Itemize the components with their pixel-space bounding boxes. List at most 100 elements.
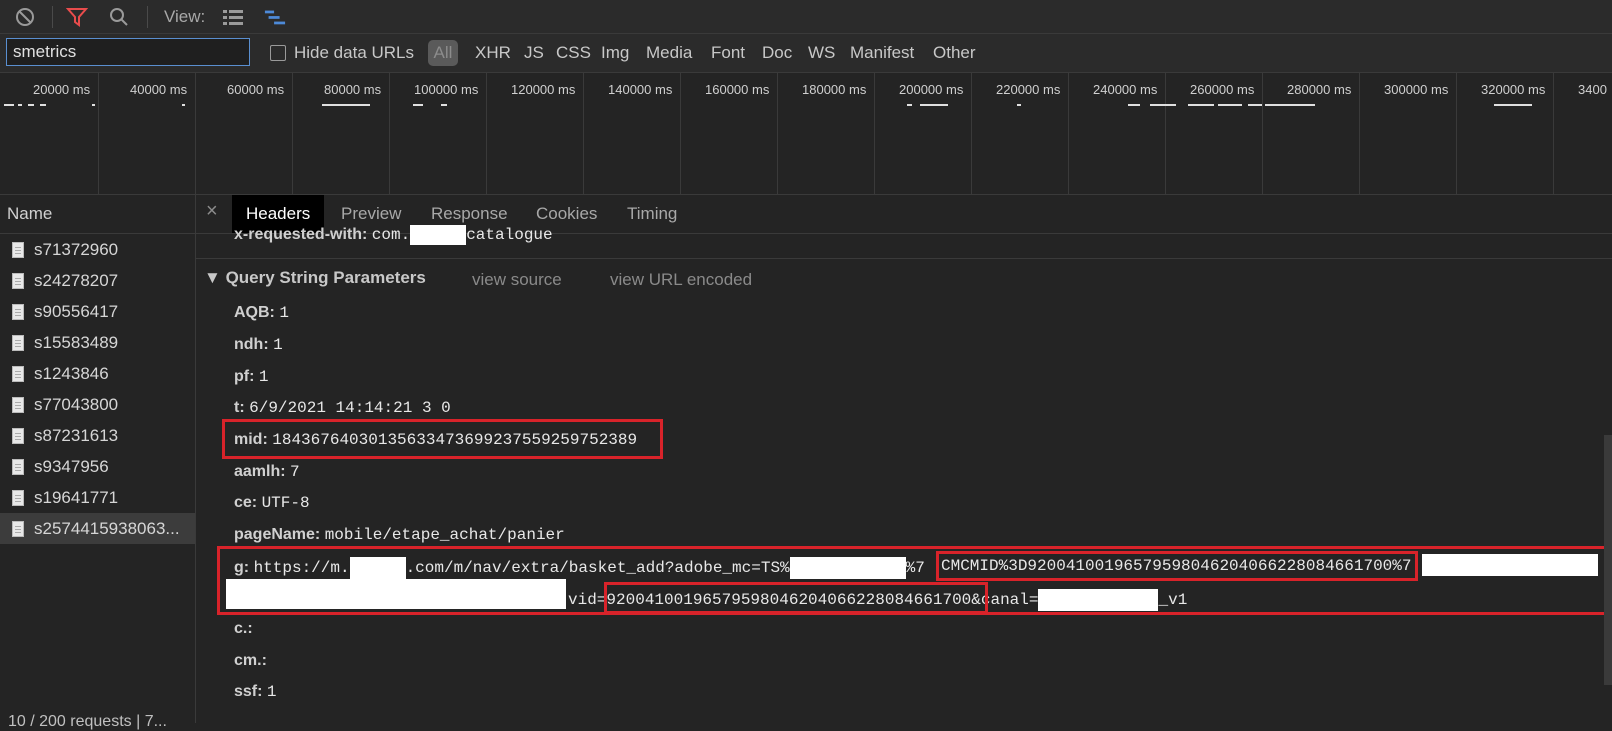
timeline-gridline bbox=[1456, 73, 1457, 194]
triangle-down-icon: ▼ bbox=[204, 268, 221, 287]
timeline-tick-label: 140000 ms bbox=[608, 82, 673, 97]
query-string-section-header[interactable]: ▼ Query String Parameters bbox=[204, 268, 426, 288]
scrollbar[interactable] bbox=[1604, 435, 1612, 685]
timeline-gridline bbox=[1068, 73, 1069, 194]
type-filter-ws[interactable]: WS bbox=[808, 43, 835, 63]
request-row[interactable]: s15583489 bbox=[0, 327, 195, 358]
type-filter-all[interactable]: All bbox=[428, 40, 458, 66]
timeline-gridline bbox=[1553, 73, 1554, 194]
timeline-gridline bbox=[1165, 73, 1166, 194]
type-filter-xhr[interactable]: XHR bbox=[475, 43, 511, 63]
request-name: s71372960 bbox=[34, 239, 119, 259]
param-value: 1 bbox=[273, 336, 283, 354]
list-view-icon[interactable] bbox=[222, 6, 244, 28]
request-row[interactable]: s90556417 bbox=[0, 296, 195, 327]
request-bar bbox=[28, 104, 34, 106]
redaction-box bbox=[410, 225, 467, 245]
clear-icon[interactable] bbox=[14, 6, 36, 28]
request-name: s24278207 bbox=[34, 270, 119, 290]
timeline-gridline bbox=[195, 73, 196, 194]
view-source-link[interactable]: view source bbox=[472, 270, 562, 290]
document-icon bbox=[12, 489, 24, 506]
param-row: pf: 1 bbox=[234, 368, 269, 386]
param-row: t: 6/9/2021 14:14:21 3 0 bbox=[234, 399, 451, 417]
highlight-box bbox=[222, 419, 663, 459]
request-row[interactable]: s87231613 bbox=[0, 420, 195, 451]
request-bar bbox=[920, 104, 948, 106]
request-row[interactable]: s9347956 bbox=[0, 451, 195, 482]
toolbar-divider bbox=[147, 6, 148, 28]
tab-timing[interactable]: Timing bbox=[627, 195, 677, 233]
request-row[interactable]: s19641771 bbox=[0, 482, 195, 513]
param-key: g: bbox=[234, 559, 250, 577]
document-icon bbox=[12, 365, 24, 382]
request-bar bbox=[1248, 104, 1262, 106]
checkbox-icon[interactable] bbox=[270, 45, 286, 61]
request-row[interactable]: s77043800 bbox=[0, 389, 195, 420]
document-icon bbox=[12, 427, 24, 444]
request-name: s77043800 bbox=[34, 394, 119, 414]
timeline-gridline bbox=[583, 73, 584, 194]
timeline-tick-label: 300000 ms bbox=[1384, 82, 1449, 97]
request-bar bbox=[182, 104, 185, 106]
type-filter-img[interactable]: Img bbox=[601, 43, 629, 63]
request-detail-panel: × Headers Preview Response Cookies Timin… bbox=[196, 195, 1612, 723]
name-column-header[interactable]: Name bbox=[0, 195, 195, 234]
param-value: 1 bbox=[279, 304, 289, 322]
timeline-tick-label: 100000 ms bbox=[414, 82, 479, 97]
request-bar bbox=[322, 104, 370, 106]
request-row[interactable]: s24278207 bbox=[0, 265, 195, 296]
param-row: c.: bbox=[234, 620, 253, 638]
type-filter-font[interactable]: Font bbox=[711, 43, 745, 63]
timeline-tick-label: 160000 ms bbox=[705, 82, 770, 97]
hide-data-urls-checkbox[interactable]: Hide data URLs bbox=[270, 43, 414, 63]
param-row: pageName: mobile/etape_achat/panier bbox=[234, 526, 565, 544]
timeline-tick-label: 20000 ms bbox=[33, 82, 91, 97]
type-filter-manifest[interactable]: Manifest bbox=[850, 43, 914, 63]
timeline-tick-label: 80000 ms bbox=[324, 82, 382, 97]
document-icon bbox=[12, 272, 24, 289]
timeline-overview[interactable]: 20000 ms 40000 ms 60000 ms 80000 ms 1000… bbox=[0, 73, 1612, 195]
document-icon bbox=[12, 458, 24, 475]
timeline-gridline bbox=[292, 73, 293, 194]
network-toolbar: View: bbox=[0, 0, 1612, 34]
type-filter-js[interactable]: JS bbox=[524, 43, 544, 63]
request-name: s2574415938063... bbox=[34, 518, 180, 538]
request-bar bbox=[413, 104, 423, 106]
request-row-selected[interactable]: s2574415938063... bbox=[0, 513, 195, 544]
request-row[interactable]: s71372960 bbox=[0, 234, 195, 265]
param-row: aamlh: 7 bbox=[234, 463, 300, 481]
timeline-tick-label: 200000 ms bbox=[899, 82, 964, 97]
param-key: ssf: bbox=[234, 683, 263, 700]
highlight-box bbox=[936, 551, 1418, 581]
type-filter-css[interactable]: CSS bbox=[556, 43, 591, 63]
request-name: s9347956 bbox=[34, 456, 109, 476]
type-filter-doc[interactable]: Doc bbox=[762, 43, 792, 63]
redaction-box bbox=[789, 557, 906, 579]
param-key: pageName: bbox=[234, 526, 321, 543]
request-bar bbox=[92, 104, 95, 106]
request-bar bbox=[907, 104, 912, 106]
timeline-tick-label: 3400 bbox=[1578, 82, 1607, 97]
param-row: ndh: 1 bbox=[234, 336, 283, 354]
request-bar bbox=[1017, 104, 1021, 106]
search-icon[interactable] bbox=[108, 6, 130, 28]
request-name: s19641771 bbox=[34, 487, 119, 507]
close-icon[interactable]: × bbox=[206, 200, 218, 223]
view-url-encoded-link[interactable]: view URL encoded bbox=[610, 270, 752, 290]
timeline-gridline bbox=[874, 73, 875, 194]
timeline-gridline bbox=[98, 73, 99, 194]
param-row-g: g: https://m. .com/m/nav/extra/basket_add… bbox=[234, 557, 925, 579]
request-name: s15583489 bbox=[34, 332, 119, 352]
timeline-tick-label: 240000 ms bbox=[1093, 82, 1158, 97]
param-row: AQB: 1 bbox=[234, 304, 289, 322]
type-filter-media[interactable]: Media bbox=[646, 43, 692, 63]
request-bar bbox=[1188, 104, 1214, 106]
filter-icon[interactable] bbox=[66, 6, 88, 28]
filter-input[interactable] bbox=[6, 38, 250, 66]
param-key: c.: bbox=[234, 620, 253, 637]
hide-data-urls-label: Hide data URLs bbox=[294, 43, 415, 62]
request-row[interactable]: s1243846 bbox=[0, 358, 195, 389]
waterfall-view-icon[interactable] bbox=[264, 6, 286, 28]
type-filter-other[interactable]: Other bbox=[933, 43, 976, 63]
